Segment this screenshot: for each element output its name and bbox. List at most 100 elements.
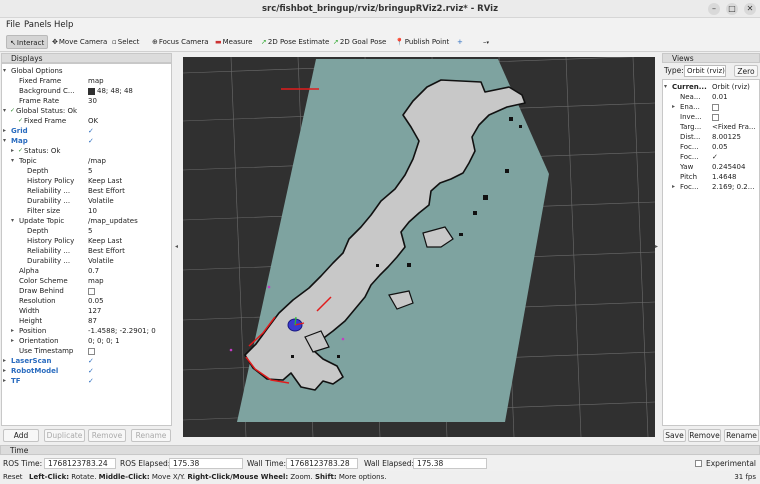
tree-row-value[interactable]: 1.4648 xyxy=(712,173,737,181)
menu-panels[interactable]: Panels xyxy=(24,20,51,30)
tree-row-value[interactable]: 5 xyxy=(88,227,92,235)
tree-row-value-cell[interactable]: 0.05 xyxy=(712,142,728,152)
tree-row[interactable]: ▸ TF ✓ xyxy=(2,376,171,386)
tree-row[interactable]: ▸ ✓ Status: Ok xyxy=(2,146,171,156)
property-checkbox[interactable] xyxy=(712,113,719,121)
tree-row-value[interactable]: 0; 0; 0; 1 xyxy=(88,337,120,345)
tree-row[interactable]: Durability ... Volatile xyxy=(2,196,171,206)
tree-row-value-cell[interactable]: 0.01 xyxy=(712,92,728,102)
tree-row-value-cell[interactable]: 8.00125 xyxy=(712,132,741,142)
expand-open-icon[interactable]: ▾ xyxy=(11,216,14,226)
tool-focus-camera[interactable]: ⊕Focus Camera xyxy=(150,35,209,49)
tree-row[interactable]: Foc... 0.05 xyxy=(663,142,759,152)
tree-row[interactable]: Color Scheme map xyxy=(2,276,171,286)
tree-row-value-cell[interactable]: Best Effort xyxy=(88,186,125,196)
tree-row-value-cell[interactable]: 5 xyxy=(88,226,92,236)
tree-row-value-cell[interactable]: 30 xyxy=(88,96,97,106)
tree-row[interactable]: Targ... <Fixed Fra... xyxy=(663,122,759,132)
tree-row-value-cell[interactable]: 0.245404 xyxy=(712,162,745,172)
tree-row-value-cell[interactable]: 0.7 xyxy=(88,266,99,276)
view-type-select[interactable]: Orbit (rviz) xyxy=(684,65,726,77)
tree-row-value[interactable]: ✓ xyxy=(712,153,718,161)
tree-row[interactable]: ▾ Curren... Orbit (rviz) xyxy=(663,82,759,92)
tree-row-value[interactable]: Volatile xyxy=(88,197,114,205)
displays-tree[interactable]: ▾ Global Options Fixed Frame map Background … xyxy=(1,63,172,426)
enabled-checkbox[interactable]: ✓ xyxy=(88,366,94,376)
tree-row-value[interactable]: Best Effort xyxy=(88,187,125,195)
tree-row[interactable]: History Policy Keep Last xyxy=(2,176,171,186)
tree-row-value[interactable]: 30 xyxy=(88,97,97,105)
wall-elapsed-field[interactable]: 175.38 xyxy=(413,458,487,469)
tree-row[interactable]: Yaw 0.245404 xyxy=(663,162,759,172)
tree-row[interactable]: Foc... ✓ xyxy=(663,152,759,162)
minimize-button[interactable]: – xyxy=(708,3,720,15)
tree-row-value[interactable]: 48; 48; 48 xyxy=(97,87,133,95)
tree-row-value[interactable]: <Fixed Fra... xyxy=(712,123,756,131)
tool-measure[interactable]: ▬Measure xyxy=(213,35,252,49)
expand-closed-icon[interactable]: ▸ xyxy=(672,102,675,112)
tree-row[interactable]: ▸ Position -1.4588; -2.2901; 0 xyxy=(2,326,171,336)
expand-closed-icon[interactable]: ▸ xyxy=(11,146,14,156)
tree-row-value-cell[interactable]: 0; 0; 0; 1 xyxy=(88,336,120,346)
tree-row-value-cell[interactable]: map xyxy=(88,76,104,86)
tree-row-value-cell[interactable] xyxy=(88,286,95,296)
tree-row-value-cell[interactable]: OK xyxy=(88,116,98,126)
close-button[interactable]: ✕ xyxy=(744,3,756,15)
tree-row-value-cell[interactable] xyxy=(712,112,719,122)
tree-row-value-cell[interactable]: 2.169; 0.2... xyxy=(712,182,754,192)
tree-row[interactable]: Nea... 0.01 xyxy=(663,92,759,102)
tree-row-value[interactable]: 0.01 xyxy=(712,93,728,101)
expand-closed-icon[interactable]: ▸ xyxy=(3,366,6,376)
tree-row[interactable]: Resolution 0.05 xyxy=(2,296,171,306)
tree-row-value[interactable]: /map xyxy=(88,157,106,165)
tree-row-value[interactable]: 0.7 xyxy=(88,267,99,275)
expand-open-icon[interactable]: ▾ xyxy=(11,156,14,166)
menu-help[interactable]: Help xyxy=(54,20,73,30)
collapse-right-icon[interactable]: ▸ xyxy=(655,243,658,250)
reset-button[interactable]: Reset xyxy=(3,471,23,484)
tree-row-value-cell[interactable] xyxy=(88,346,95,356)
collapse-left-icon[interactable]: ◂ xyxy=(175,243,178,250)
tree-row-value-cell[interactable]: /map xyxy=(88,156,106,166)
tree-row-value-cell[interactable]: Volatile xyxy=(88,196,114,206)
tree-row-value[interactable]: Orbit (rviz) xyxy=(712,83,750,91)
tree-row[interactable]: Use Timestamp xyxy=(2,346,171,356)
tree-row[interactable]: Depth 5 xyxy=(2,166,171,176)
remove-display-button[interactable]: Remove xyxy=(88,429,126,442)
tree-row-value[interactable]: 87 xyxy=(88,317,97,325)
tool-2d-goal-pose[interactable]: ➚2D Goal Pose xyxy=(331,35,386,49)
tree-row[interactable]: Reliability ... Best Effort xyxy=(2,246,171,256)
expand-closed-icon[interactable]: ▸ xyxy=(3,126,6,136)
tool-interact[interactable]: ↖Interact xyxy=(6,35,49,49)
tree-row-value-cell[interactable]: <Fixed Fra... xyxy=(712,122,756,132)
tree-row[interactable]: Filter size 10 xyxy=(2,206,171,216)
tree-row-value[interactable]: 0.05 xyxy=(88,297,104,305)
experimental-checkbox[interactable] xyxy=(695,460,702,467)
tree-row[interactable]: ▸ Ena... xyxy=(663,102,759,112)
expand-closed-icon[interactable]: ▸ xyxy=(3,376,6,386)
tree-row[interactable]: Inve... xyxy=(663,112,759,122)
add-tool-button[interactable]: + xyxy=(455,35,463,49)
expand-open-icon[interactable]: ▾ xyxy=(3,106,6,116)
expand-closed-icon[interactable]: ▸ xyxy=(11,336,14,346)
tree-row-value[interactable]: Keep Last xyxy=(88,237,122,245)
tree-row-value-cell[interactable]: 0.05 xyxy=(88,296,104,306)
tree-row[interactable]: Draw Behind xyxy=(2,286,171,296)
tree-row[interactable]: Height 87 xyxy=(2,316,171,326)
ros-time-field[interactable]: 1768123783.24 xyxy=(44,458,116,469)
tree-row-value-cell[interactable] xyxy=(712,102,719,112)
tree-row-value[interactable]: /map_updates xyxy=(88,217,138,225)
property-checkbox[interactable] xyxy=(712,103,719,111)
tree-row[interactable]: History Policy Keep Last xyxy=(2,236,171,246)
maximize-button[interactable]: □ xyxy=(726,3,738,15)
tool-publish-point[interactable]: 📍Publish Point xyxy=(393,35,449,49)
tree-row[interactable]: ▾ ✓ Global Status: Ok xyxy=(2,106,171,116)
expand-closed-icon[interactable]: ▸ xyxy=(11,326,14,336)
tree-row[interactable]: ▸ LaserScan ✓ xyxy=(2,356,171,366)
tree-row-value-cell[interactable]: 1.4648 xyxy=(712,172,737,182)
tree-row[interactable]: ▾ Topic/map xyxy=(2,156,171,166)
tree-row[interactable]: Durability ... Volatile xyxy=(2,256,171,266)
zero-button[interactable]: Zero xyxy=(734,65,758,77)
menu-file[interactable]: File xyxy=(6,20,20,30)
expand-open-icon[interactable]: ▾ xyxy=(3,66,6,76)
